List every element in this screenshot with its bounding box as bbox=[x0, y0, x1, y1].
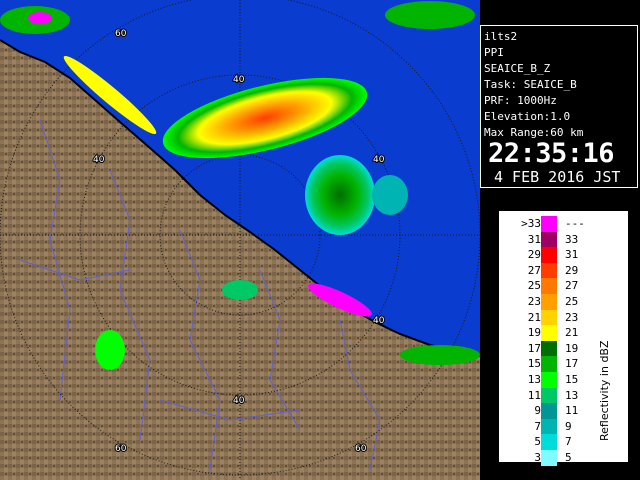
legend-color-swatch bbox=[541, 216, 557, 232]
legend-high-value: 27 bbox=[565, 279, 579, 293]
legend-high-value: 5 bbox=[565, 450, 572, 464]
legend-title: Reflectivity in dBZ bbox=[598, 340, 611, 441]
range-label: 60 bbox=[115, 29, 127, 39]
radar-name: ilts2 bbox=[484, 30, 518, 43]
range-label: 40 bbox=[233, 75, 245, 85]
legend-low-value: 23 bbox=[527, 294, 541, 308]
range-label: 40 bbox=[373, 316, 385, 326]
legend-row: 25 27 bbox=[511, 278, 621, 294]
echo-top-left-core bbox=[28, 12, 52, 24]
legend-low-value: 7 bbox=[534, 419, 541, 433]
echo-cluster-center bbox=[305, 155, 375, 235]
legend-color-swatch bbox=[541, 356, 557, 372]
legend-color-swatch bbox=[541, 449, 557, 466]
range-label: 60 bbox=[115, 444, 127, 454]
echo-top-right bbox=[385, 1, 475, 29]
legend-color-swatch bbox=[541, 403, 557, 419]
legend-high-value: 25 bbox=[565, 294, 579, 308]
legend-low-value: 15 bbox=[527, 357, 541, 371]
scan-date: 4 FEB 2016 JST bbox=[494, 168, 621, 186]
product-name: SEAICE_B_Z bbox=[484, 62, 551, 75]
legend-high-value: 7 bbox=[565, 435, 572, 449]
legend-high-value: 19 bbox=[565, 341, 579, 355]
reflectivity-legend: >33 --- 31 33 29 31 27 29 25 27 23 25 21 23 19 21 17 19 15… bbox=[498, 210, 629, 466]
range-label: 40 bbox=[233, 396, 245, 406]
legend-high-value: 21 bbox=[565, 326, 579, 340]
echo-inland-west bbox=[95, 330, 125, 370]
elevation-value: Elevation:1.0 bbox=[484, 110, 571, 123]
legend-color-swatch bbox=[541, 262, 557, 279]
legend-high-value: 13 bbox=[565, 388, 579, 402]
legend-low-value: 25 bbox=[527, 279, 541, 293]
legend-low-value: >33 bbox=[521, 217, 541, 230]
legend-high-value: 23 bbox=[565, 310, 579, 324]
legend-row: 31 33 bbox=[511, 231, 621, 248]
legend-high-value: --- bbox=[565, 217, 585, 230]
legend-low-value: 11 bbox=[527, 388, 541, 402]
legend-row: 29 31 bbox=[511, 247, 621, 263]
legend-high-value: 17 bbox=[565, 357, 579, 371]
legend-low-value: 19 bbox=[527, 326, 541, 340]
range-label: 40 bbox=[373, 155, 385, 165]
echo-inland-center bbox=[222, 280, 258, 300]
range-label: 60 bbox=[355, 444, 367, 454]
legend-high-value: 11 bbox=[565, 404, 579, 418]
legend-low-value: 21 bbox=[527, 310, 541, 324]
echo-coast-far-east bbox=[400, 345, 480, 365]
legend-row: 27 29 bbox=[511, 262, 621, 279]
task-name: Task: SEAICE_B bbox=[484, 78, 577, 91]
legend-color-swatch bbox=[541, 278, 557, 294]
legend-low-value: 27 bbox=[527, 263, 541, 277]
legend-color-swatch bbox=[541, 434, 557, 450]
legend-low-value: 17 bbox=[527, 341, 541, 355]
legend-color-swatch bbox=[541, 231, 557, 248]
legend-low-value: 3 bbox=[534, 450, 541, 464]
scan-mode: PPI bbox=[484, 46, 504, 59]
legend-row: >33 --- bbox=[511, 216, 621, 232]
prf-value: PRF: 1000Hz bbox=[484, 94, 557, 107]
legend-color-swatch bbox=[541, 309, 557, 326]
scan-time: 22:35:16 bbox=[488, 138, 615, 169]
legend-row: 35 bbox=[511, 449, 621, 466]
echo-cluster-east bbox=[372, 175, 408, 215]
range-label: 40 bbox=[93, 155, 105, 165]
legend-high-value: 29 bbox=[565, 263, 579, 277]
legend-high-value: 15 bbox=[565, 372, 579, 386]
legend-row: 23 25 bbox=[511, 293, 621, 310]
legend-color-swatch bbox=[541, 340, 557, 357]
legend-low-value: 29 bbox=[527, 248, 541, 262]
legend-low-value: 13 bbox=[527, 372, 541, 386]
legend-color-swatch bbox=[541, 325, 557, 341]
legend-color-swatch bbox=[541, 371, 557, 388]
legend-row: 19 21 bbox=[511, 325, 621, 341]
legend-row: 21 23 bbox=[511, 309, 621, 326]
radar-info-panel: ilts2 PPI SEAICE_B_Z Task: SEAICE_B PRF:… bbox=[480, 25, 638, 188]
legend-color-swatch bbox=[541, 418, 557, 435]
legend-color-swatch bbox=[541, 387, 557, 404]
legend-low-value: 5 bbox=[534, 435, 541, 449]
legend-color-swatch bbox=[541, 293, 557, 310]
legend-high-value: 31 bbox=[565, 248, 579, 262]
legend-high-value: 9 bbox=[565, 419, 572, 433]
legend-high-value: 33 bbox=[565, 232, 579, 246]
legend-low-value: 31 bbox=[527, 232, 541, 246]
legend-color-swatch bbox=[541, 247, 557, 263]
radar-ppi-map: 60 40 40 40 40 40 60 60 bbox=[0, 0, 480, 480]
legend-low-value: 9 bbox=[534, 404, 541, 418]
